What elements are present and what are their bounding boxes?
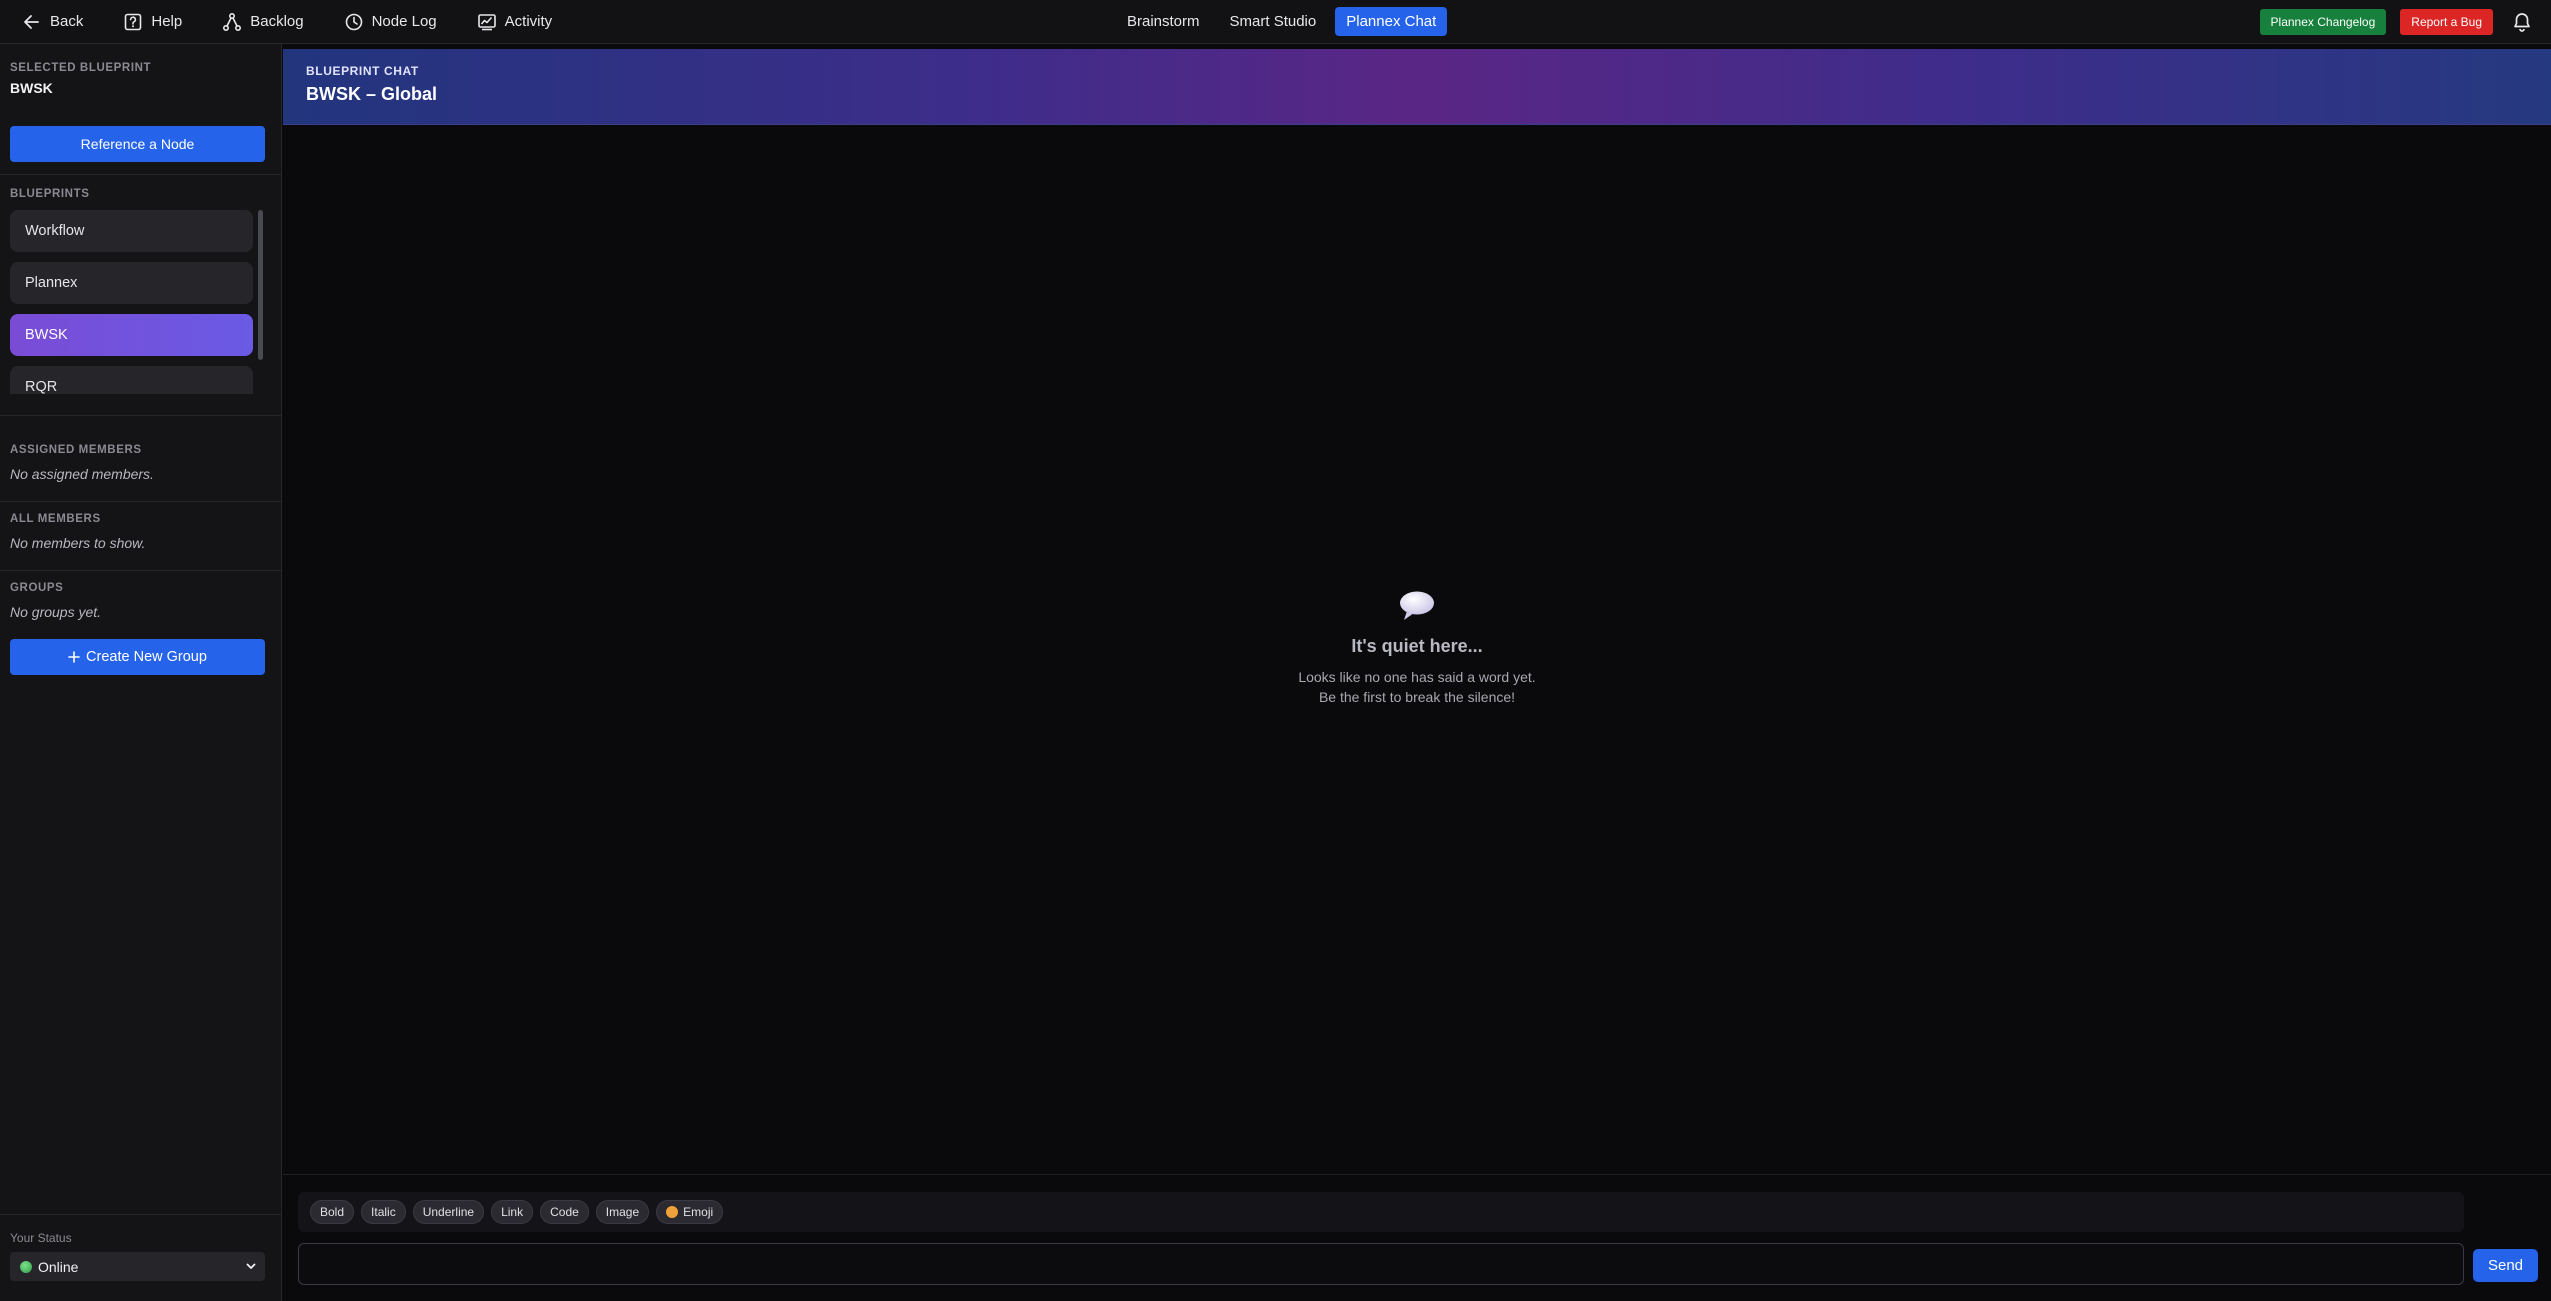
bell-icon[interactable] [2511, 11, 2533, 33]
create-group-label: Create New Group [86, 649, 207, 665]
activity-icon [477, 13, 496, 30]
chat-kicker: BLUEPRINT CHAT [306, 64, 419, 78]
changelog-button[interactable]: Plannex Changelog [2259, 9, 2387, 35]
create-group-button[interactable]: Create New Group [10, 639, 265, 675]
back-label: Back [50, 13, 84, 30]
divider [0, 415, 282, 416]
selected-blueprint-label: SELECTED BLUEPRINT [10, 62, 152, 74]
blueprint-item-plannex[interactable]: Plannex [10, 262, 253, 304]
help-icon [125, 13, 142, 30]
image-button[interactable]: Image [595, 1200, 650, 1224]
blueprint-list-scrollbar[interactable] [258, 210, 263, 360]
tab-plannex-chat[interactable]: Plannex Chat [1335, 7, 1448, 36]
all-members-label: ALL MEMBERS [10, 513, 101, 525]
tab-smart-studio[interactable]: Smart Studio [1219, 7, 1328, 36]
all-members-section: ALL MEMBERS No members to show. [10, 513, 145, 551]
graph-icon [223, 12, 242, 31]
format-toolbar: Bold Italic Underline Link Code Image Em… [298, 1192, 2464, 1232]
report-bug-button[interactable]: Report a Bug [2400, 9, 2493, 35]
groups-empty: No groups yet. [10, 604, 102, 620]
status-section: Your Status Online [10, 1231, 265, 1281]
activity-label: Activity [504, 13, 553, 30]
reference-node-button[interactable]: Reference a Node [10, 126, 265, 162]
empty-line-2: Be the first to break the silence! [1318, 689, 1516, 705]
groups-label: GROUPS [10, 582, 64, 594]
sidebar: SELECTED BLUEPRINT BWSK Reference a Node… [0, 44, 282, 1301]
divider [0, 570, 282, 571]
blueprint-item-rqr[interactable]: RQR [10, 366, 253, 394]
selected-blueprint-name: BWSK [10, 80, 53, 96]
blueprints-label: BLUEPRINTS [10, 188, 90, 200]
arrow-left-icon [24, 14, 39, 29]
chat-header: BLUEPRINT CHAT BWSK – Global [283, 49, 2551, 125]
blueprint-item-workflow[interactable]: Workflow [10, 210, 253, 252]
empty-chat-state: It's quiet here... Looks like no one has… [1117, 590, 1717, 707]
backlog-label: Backlog [250, 13, 304, 30]
send-button[interactable]: Send [2473, 1249, 2538, 1282]
divider [0, 1214, 282, 1215]
empty-title: It's quiet here... [1351, 636, 1483, 656]
assigned-members-section: ASSIGNED MEMBERS No assigned members. [10, 444, 154, 482]
clock-icon [345, 13, 362, 30]
chevron-down-icon [246, 1263, 256, 1269]
node-log-button[interactable]: Node Log [344, 12, 437, 32]
assigned-members-empty: No assigned members. [10, 466, 154, 482]
emoji-button[interactable]: Emoji [656, 1200, 724, 1224]
status-value: Online [38, 1258, 79, 1275]
center-tabs: Brainstorm Smart Studio Plannex Chat [1116, 7, 1448, 36]
bold-button[interactable]: Bold [310, 1200, 355, 1224]
all-members-empty: No members to show. [10, 535, 146, 551]
status-label: Your Status [10, 1231, 72, 1245]
empty-line-1: Looks like no one has said a word yet. [1298, 669, 1536, 685]
activity-button[interactable]: Activity [477, 12, 553, 32]
online-status-icon [20, 1260, 32, 1273]
italic-button[interactable]: Italic [361, 1200, 406, 1224]
groups-section: GROUPS No groups yet. [10, 582, 101, 620]
selected-blueprint: SELECTED BLUEPRINT BWSK [10, 62, 151, 96]
code-button[interactable]: Code [540, 1200, 589, 1224]
help-button[interactable]: Help [123, 12, 182, 32]
divider [0, 174, 282, 175]
node-log-label: Node Log [371, 13, 437, 30]
blueprint-item-bwsk[interactable]: BWSK [10, 314, 253, 356]
right-actions: Plannex Changelog Report a Bug [2259, 0, 2551, 44]
composer-divider [283, 1174, 2551, 1175]
message-input[interactable] [298, 1243, 2464, 1285]
emoji-label: Emoji [683, 1205, 714, 1219]
underline-button[interactable]: Underline [412, 1200, 485, 1224]
backlog-button[interactable]: Backlog [222, 12, 304, 32]
smiley-icon [666, 1206, 679, 1218]
status-select[interactable]: Online [10, 1252, 265, 1281]
top-navigation-bar: Back Help Backlog Node Log Activity Brai… [0, 0, 2551, 44]
plus-icon [68, 651, 80, 663]
tab-brainstorm[interactable]: Brainstorm [1116, 7, 1211, 36]
assigned-members-label: ASSIGNED MEMBERS [10, 444, 142, 456]
back-button[interactable]: Back [22, 12, 83, 32]
link-button[interactable]: Link [491, 1200, 534, 1224]
divider [0, 501, 282, 502]
blueprint-list: Workflow Plannex BWSK RQR [10, 210, 253, 394]
left-nav: Back Help Backlog Node Log Activity [0, 0, 592, 44]
empty-subtitle: Looks like no one has said a word yet. B… [1117, 667, 1717, 707]
speech-bubble-icon [1400, 591, 1434, 620]
help-label: Help [151, 13, 183, 30]
chat-title: BWSK – Global [306, 84, 438, 104]
